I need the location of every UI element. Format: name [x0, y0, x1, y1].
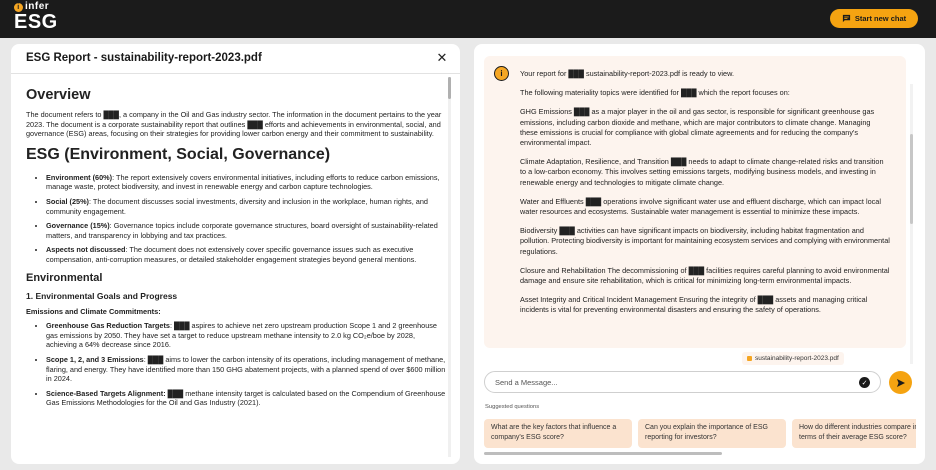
start-new-chat-label: Start new chat [854, 14, 907, 23]
chat-paragraph: GHG Emissions ███ as a major player in t… [520, 107, 875, 148]
send-button[interactable] [889, 371, 912, 394]
overview-heading: Overview [26, 87, 91, 103]
goals-heading: 1. Environmental Goals and Progress [26, 290, 178, 301]
close-icon[interactable]: ✕ [435, 50, 449, 65]
esg-item-label: Aspects not discussed [46, 245, 126, 255]
esg-item-label: Environment (60%) [46, 172, 113, 182]
esg-heading: ESG (Environment, Social, Governance) [26, 145, 331, 163]
emissions-list-item: Greenhouse Gas Reduction Targets: ███ as… [46, 321, 446, 350]
environmental-heading: Environmental [26, 271, 103, 284]
suggestion-card[interactable]: What are the key factors that influence … [484, 419, 632, 448]
chat-paragraph: Asset Integrity and Critical Incident Ma… [520, 295, 868, 315]
emission-item-label: Scope 1, 2, and 3 Emissions [46, 354, 144, 364]
esg-list-item: Social (25%): The document discusses soc… [46, 197, 446, 216]
chat-messages: i Your report for ███ sustainability-rep… [484, 56, 906, 348]
chat-scrollbar[interactable] [910, 84, 913, 364]
suggested-questions: What are the key factors that influence … [484, 419, 916, 449]
send-icon [896, 378, 905, 387]
chat-scroll-thumb[interactable] [910, 134, 913, 224]
emissions-heading: Emissions and Climate Commitments: [26, 306, 161, 316]
emissions-list: Greenhouse Gas Reduction Targets: ███ as… [26, 321, 446, 408]
suggestions-scrollbar[interactable] [484, 452, 722, 455]
suggested-questions-label: Suggested questions [485, 404, 540, 410]
report-header: ESG Report - sustainability-report-2023.… [11, 44, 460, 74]
attached-file-chip[interactable]: sustainability-report-2023.pdf [742, 352, 844, 365]
emissions-list-item: Scope 1, 2, and 3 Emissions: ███ aims to… [46, 355, 446, 384]
logo-large-text: ESG [14, 11, 58, 33]
esg-item-text: : The document discusses social investme… [46, 196, 428, 216]
chat-intro: Your report for ███ sustainability-repor… [520, 69, 734, 78]
file-icon [747, 356, 752, 361]
report-title: ESG Report - sustainability-report-2023.… [26, 52, 262, 64]
chat-bubble-icon [842, 14, 850, 23]
chat-paragraph: Closure and Rehabilitation The decommiss… [520, 265, 890, 286]
app-logo[interactable]: i infer ESG [14, 2, 58, 32]
chat-paragraph: Water and Effluents ███ operations invol… [520, 196, 881, 217]
top-bar: i infer ESG Start new chat [0, 0, 936, 38]
esg-list-item: Aspects not discussed: The document does… [46, 245, 446, 264]
emissions-list-item: Science-Based Targets Alignment: ███ met… [46, 389, 446, 408]
suggestion-card[interactable]: How do different industries compare in t… [792, 419, 916, 448]
esg-item-label: Governance (15%) [46, 221, 110, 231]
check-circle-icon[interactable]: ✓ [859, 377, 870, 388]
report-panel: ESG Report - sustainability-report-2023.… [11, 44, 460, 464]
report-body: Overview The document refers to ███, a c… [26, 86, 446, 458]
chat-topics-intro: The following materiality topics were id… [520, 88, 790, 98]
emission-item-label: Greenhouse Gas Reduction Targets [46, 321, 170, 331]
emission-item-label: Science-Based Targets Alignment: [46, 388, 166, 398]
message-input[interactable] [495, 375, 845, 390]
message-input-container: ✓ [484, 371, 881, 393]
suggestion-card[interactable]: Can you explain the importance of ESG re… [638, 419, 786, 448]
chat-paragraph: Climate Adaptation, Resilience, and Tran… [520, 157, 884, 187]
esg-item-label: Social (25%) [46, 196, 89, 206]
assistant-message: Your report for ███ sustainability-repor… [520, 69, 890, 325]
chat-panel: i Your report for ███ sustainability-rep… [474, 44, 925, 464]
esg-list: Environment (60%): The report extensivel… [26, 173, 446, 265]
esg-list-item: Governance (15%): Governance topics incl… [46, 221, 446, 240]
report-scrollbar[interactable] [448, 77, 451, 457]
start-new-chat-button[interactable]: Start new chat [830, 9, 918, 28]
chat-paragraph: Biodiversity ███ activities can have sig… [520, 226, 890, 256]
overview-text: The document refers to ███, a company in… [26, 110, 442, 139]
attached-file-name: sustainability-report-2023.pdf [755, 355, 839, 362]
report-scroll-thumb[interactable] [448, 77, 451, 99]
assistant-avatar-icon: i [494, 66, 509, 81]
esg-list-item: Environment (60%): The report extensivel… [46, 173, 446, 192]
